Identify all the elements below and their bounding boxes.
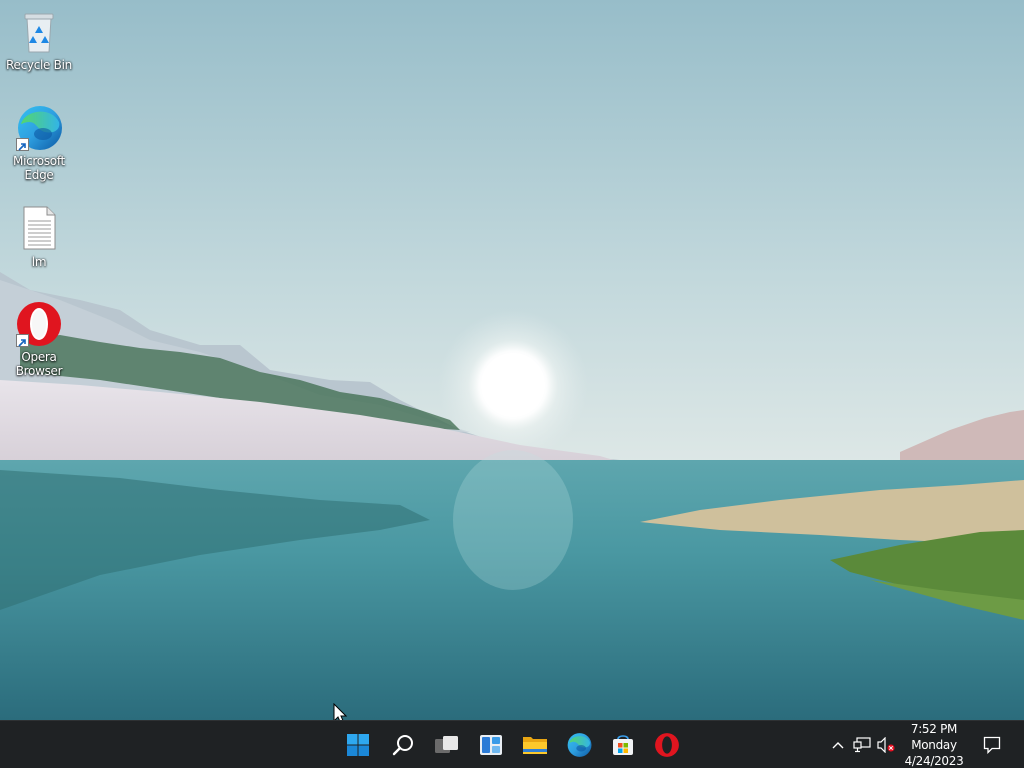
show-hidden-icons-button[interactable] — [826, 721, 850, 768]
desktop-icon-label: Microsoft Edge — [13, 154, 65, 182]
desktop-icon-lm[interactable]: lm — [4, 205, 74, 269]
desktop-icon-label: Opera Browser — [15, 350, 63, 378]
recycle-bin-icon — [15, 8, 63, 56]
store-icon — [613, 735, 633, 755]
clock-date: 4/24/2023 — [904, 754, 964, 768]
clock-day: Monday — [911, 738, 957, 752]
widgets-icon — [480, 735, 502, 755]
clock-time: 7:52 PM — [910, 722, 958, 736]
store-button[interactable] — [603, 725, 643, 765]
text-file-icon — [15, 205, 63, 253]
file-explorer-button[interactable] — [515, 725, 555, 765]
widgets-button[interactable] — [471, 725, 511, 765]
volume-button[interactable] — [874, 721, 898, 768]
edge-taskbar-button[interactable] — [559, 725, 599, 765]
desktop-icon-recycle-bin[interactable]: Recycle Bin — [4, 8, 74, 72]
opera-icon — [15, 300, 63, 348]
desktop[interactable]: Recycle Bin Microsoft Edge lm Opera Brow… — [0, 0, 1024, 768]
search-icon — [392, 735, 413, 756]
start-button[interactable] — [338, 725, 378, 765]
taskbar: 7:52 PM Monday 4/24/2023 — [0, 720, 1024, 768]
desktop-icon-microsoft-edge[interactable]: Microsoft Edge — [4, 104, 74, 182]
shortcut-arrow-icon — [16, 334, 29, 347]
folder-icon — [523, 737, 547, 754]
notifications-button[interactable] — [978, 721, 1006, 768]
task-view-button[interactable] — [427, 725, 467, 765]
opera-taskbar-button[interactable] — [647, 725, 687, 765]
chevron-up-icon — [832, 742, 844, 749]
clock[interactable]: 7:52 PM Monday 4/24/2023 — [896, 721, 972, 768]
network-button[interactable] — [850, 721, 874, 768]
task-view-icon — [435, 736, 458, 753]
windows-logo-icon — [347, 734, 369, 756]
notification-icon — [983, 736, 1001, 754]
wallpaper — [0, 0, 1024, 720]
desktop-icon-label: Recycle Bin — [6, 58, 72, 72]
edge-icon — [567, 733, 592, 757]
search-button[interactable] — [383, 725, 423, 765]
shortcut-arrow-icon — [16, 138, 29, 151]
desktop-icon-label: lm — [31, 255, 47, 269]
desktop-icon-opera-browser[interactable]: Opera Browser — [4, 300, 74, 378]
volume-muted-icon — [877, 737, 895, 753]
edge-icon — [15, 104, 63, 152]
opera-icon — [655, 733, 679, 757]
network-icon — [853, 737, 871, 753]
